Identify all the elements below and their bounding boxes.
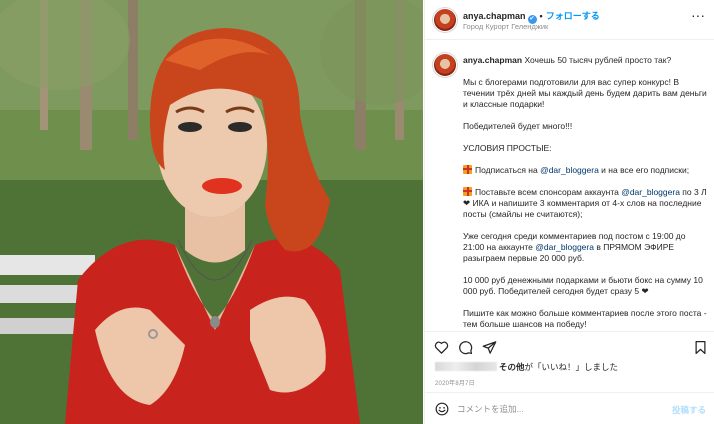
caption-text: anya.chapman Хочешь 50 тысяч рублей прос… xyxy=(463,55,707,331)
emoji-icon[interactable] xyxy=(435,402,449,416)
condition-1-tail: и на все его подписки; xyxy=(598,165,690,175)
post-photo-illustration xyxy=(0,0,423,424)
condition-2-text: Поставьте всем спонсорам аккаунта xyxy=(475,187,622,197)
gift-icon xyxy=(463,187,472,196)
likes-suffix: が「いいね！」しました xyxy=(524,362,619,372)
caption-paragraph-6: Пишите как можно больше комментариев пос… xyxy=(463,308,707,329)
more-options-icon[interactable]: ··· xyxy=(691,8,705,22)
header-username[interactable]: anya.chapman xyxy=(463,11,526,21)
blurred-username xyxy=(435,362,497,371)
comment-icon[interactable] xyxy=(458,340,473,355)
post-date[interactable]: 2020年8月7日 xyxy=(435,378,475,387)
condition-1-text: Подписаться на xyxy=(475,165,541,175)
caption-paragraph-1: Мы с блогерами подготовили для вас супер… xyxy=(463,77,707,109)
separator-dot: • xyxy=(539,11,543,21)
share-icon[interactable] xyxy=(482,340,497,355)
likes-summary: その他が「いいね！」しました xyxy=(435,361,618,373)
caption-paragraph-4: Уже сегодня среди комментариев под посто… xyxy=(463,231,707,264)
post-details-panel: anya.chapman ✔ • フォローする Город Курорт Геленд… xyxy=(424,0,714,424)
caption-first-line: Хочешь 50 тысяч рублей просто так? xyxy=(524,55,672,65)
condition-2: Поставьте всем спонсорам аккаунта @dar_b… xyxy=(463,187,707,220)
caption-paragraph-3: УСЛОВИЯ ПРОСТЫЕ: xyxy=(463,143,552,153)
caption-paragraph-2: Победителей будет много!!! xyxy=(463,121,573,131)
post-header: anya.chapman ✔ • フォローする Город Курорт Геленд… xyxy=(425,0,714,40)
action-bar xyxy=(425,331,714,361)
avatar[interactable] xyxy=(434,9,456,31)
heart-icon[interactable] xyxy=(434,340,449,355)
caption-avatar[interactable] xyxy=(434,54,456,76)
condition-1: Подписаться на @dar_bloggera и на все ег… xyxy=(463,165,707,176)
mention-link[interactable]: @dar_bloggera xyxy=(621,187,680,197)
comment-bar: 投稿する xyxy=(425,392,714,424)
mention-link[interactable]: @dar_bloggera xyxy=(540,165,599,175)
bookmark-icon[interactable] xyxy=(693,340,708,355)
post-comment-button[interactable]: 投稿する xyxy=(672,404,706,416)
gift-icon xyxy=(463,165,472,174)
likes-others-link[interactable]: その他 xyxy=(499,362,525,372)
mention-link[interactable]: @dar_bloggera xyxy=(535,242,594,252)
caption-username[interactable]: anya.chapman xyxy=(463,55,522,65)
post-photo[interactable] xyxy=(0,0,423,424)
follow-button[interactable]: フォローする xyxy=(546,11,600,21)
caption-area: anya.chapman Хочешь 50 тысяч рублей прос… xyxy=(425,41,714,331)
comment-input[interactable] xyxy=(457,401,657,417)
location-link[interactable]: Город Курорт Геленджик xyxy=(463,22,548,31)
caption-paragraph-5: 10 000 руб денежными подарками и бьюти б… xyxy=(463,275,703,296)
